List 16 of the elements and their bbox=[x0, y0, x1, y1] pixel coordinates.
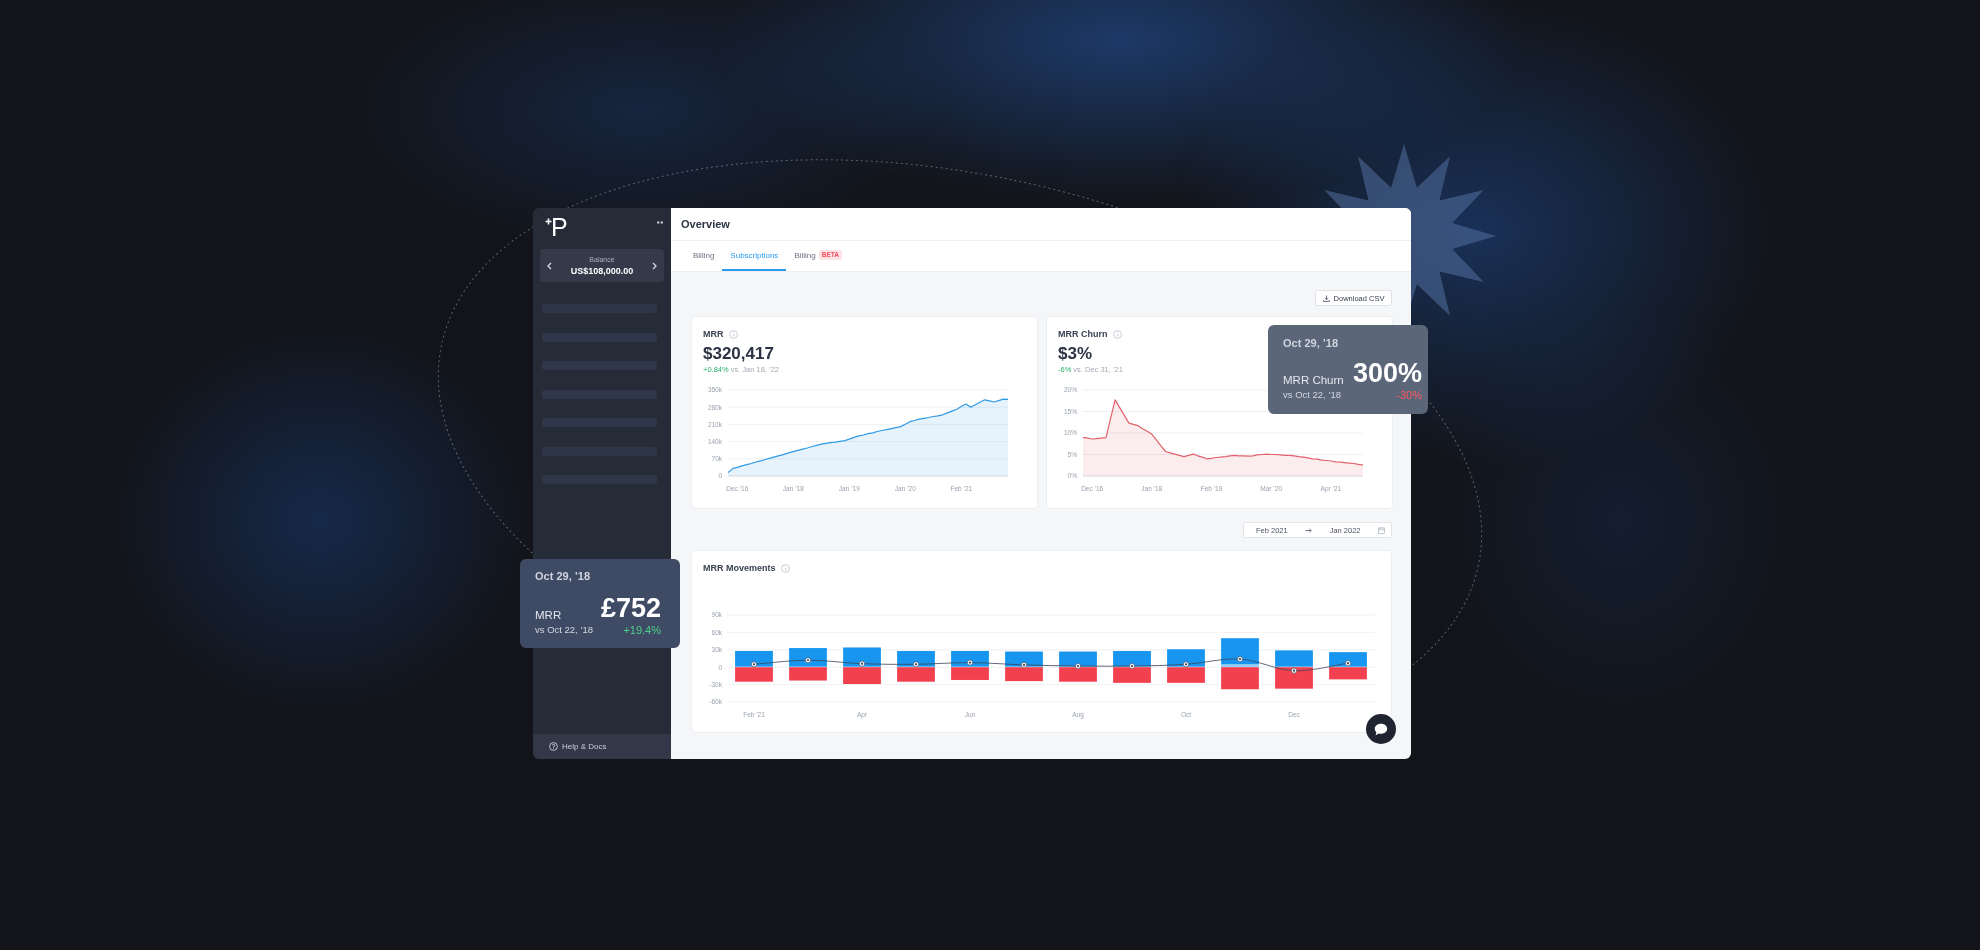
tooltip-metric: MRR bbox=[535, 608, 563, 623]
tooltip-metric: MRR Churn bbox=[1283, 373, 1345, 388]
balance-amount: US$108,000.00 bbox=[570, 264, 634, 277]
page-title: Overview bbox=[681, 218, 730, 230]
tooltip-change: -30% bbox=[1395, 388, 1422, 402]
card-title: MRR Movements bbox=[703, 563, 776, 573]
tooltip-comparison: vs Oct 22, ’18 bbox=[1283, 388, 1343, 402]
metric-value: $320,417 bbox=[703, 344, 775, 364]
tooltip-value: £752 bbox=[600, 593, 661, 623]
card-title: MRR bbox=[703, 329, 724, 339]
tooltip-date: Oct 29, ’18 bbox=[535, 569, 592, 583]
tooltip-date: Oct 29, ’18 bbox=[1283, 336, 1340, 350]
card-title: MRR Churn bbox=[1058, 329, 1108, 339]
tooltip-value: 300% bbox=[1352, 358, 1422, 388]
tooltip-comparison: vs Oct 22, ’18 bbox=[535, 623, 595, 637]
tooltip-change: +19.4% bbox=[622, 623, 661, 637]
